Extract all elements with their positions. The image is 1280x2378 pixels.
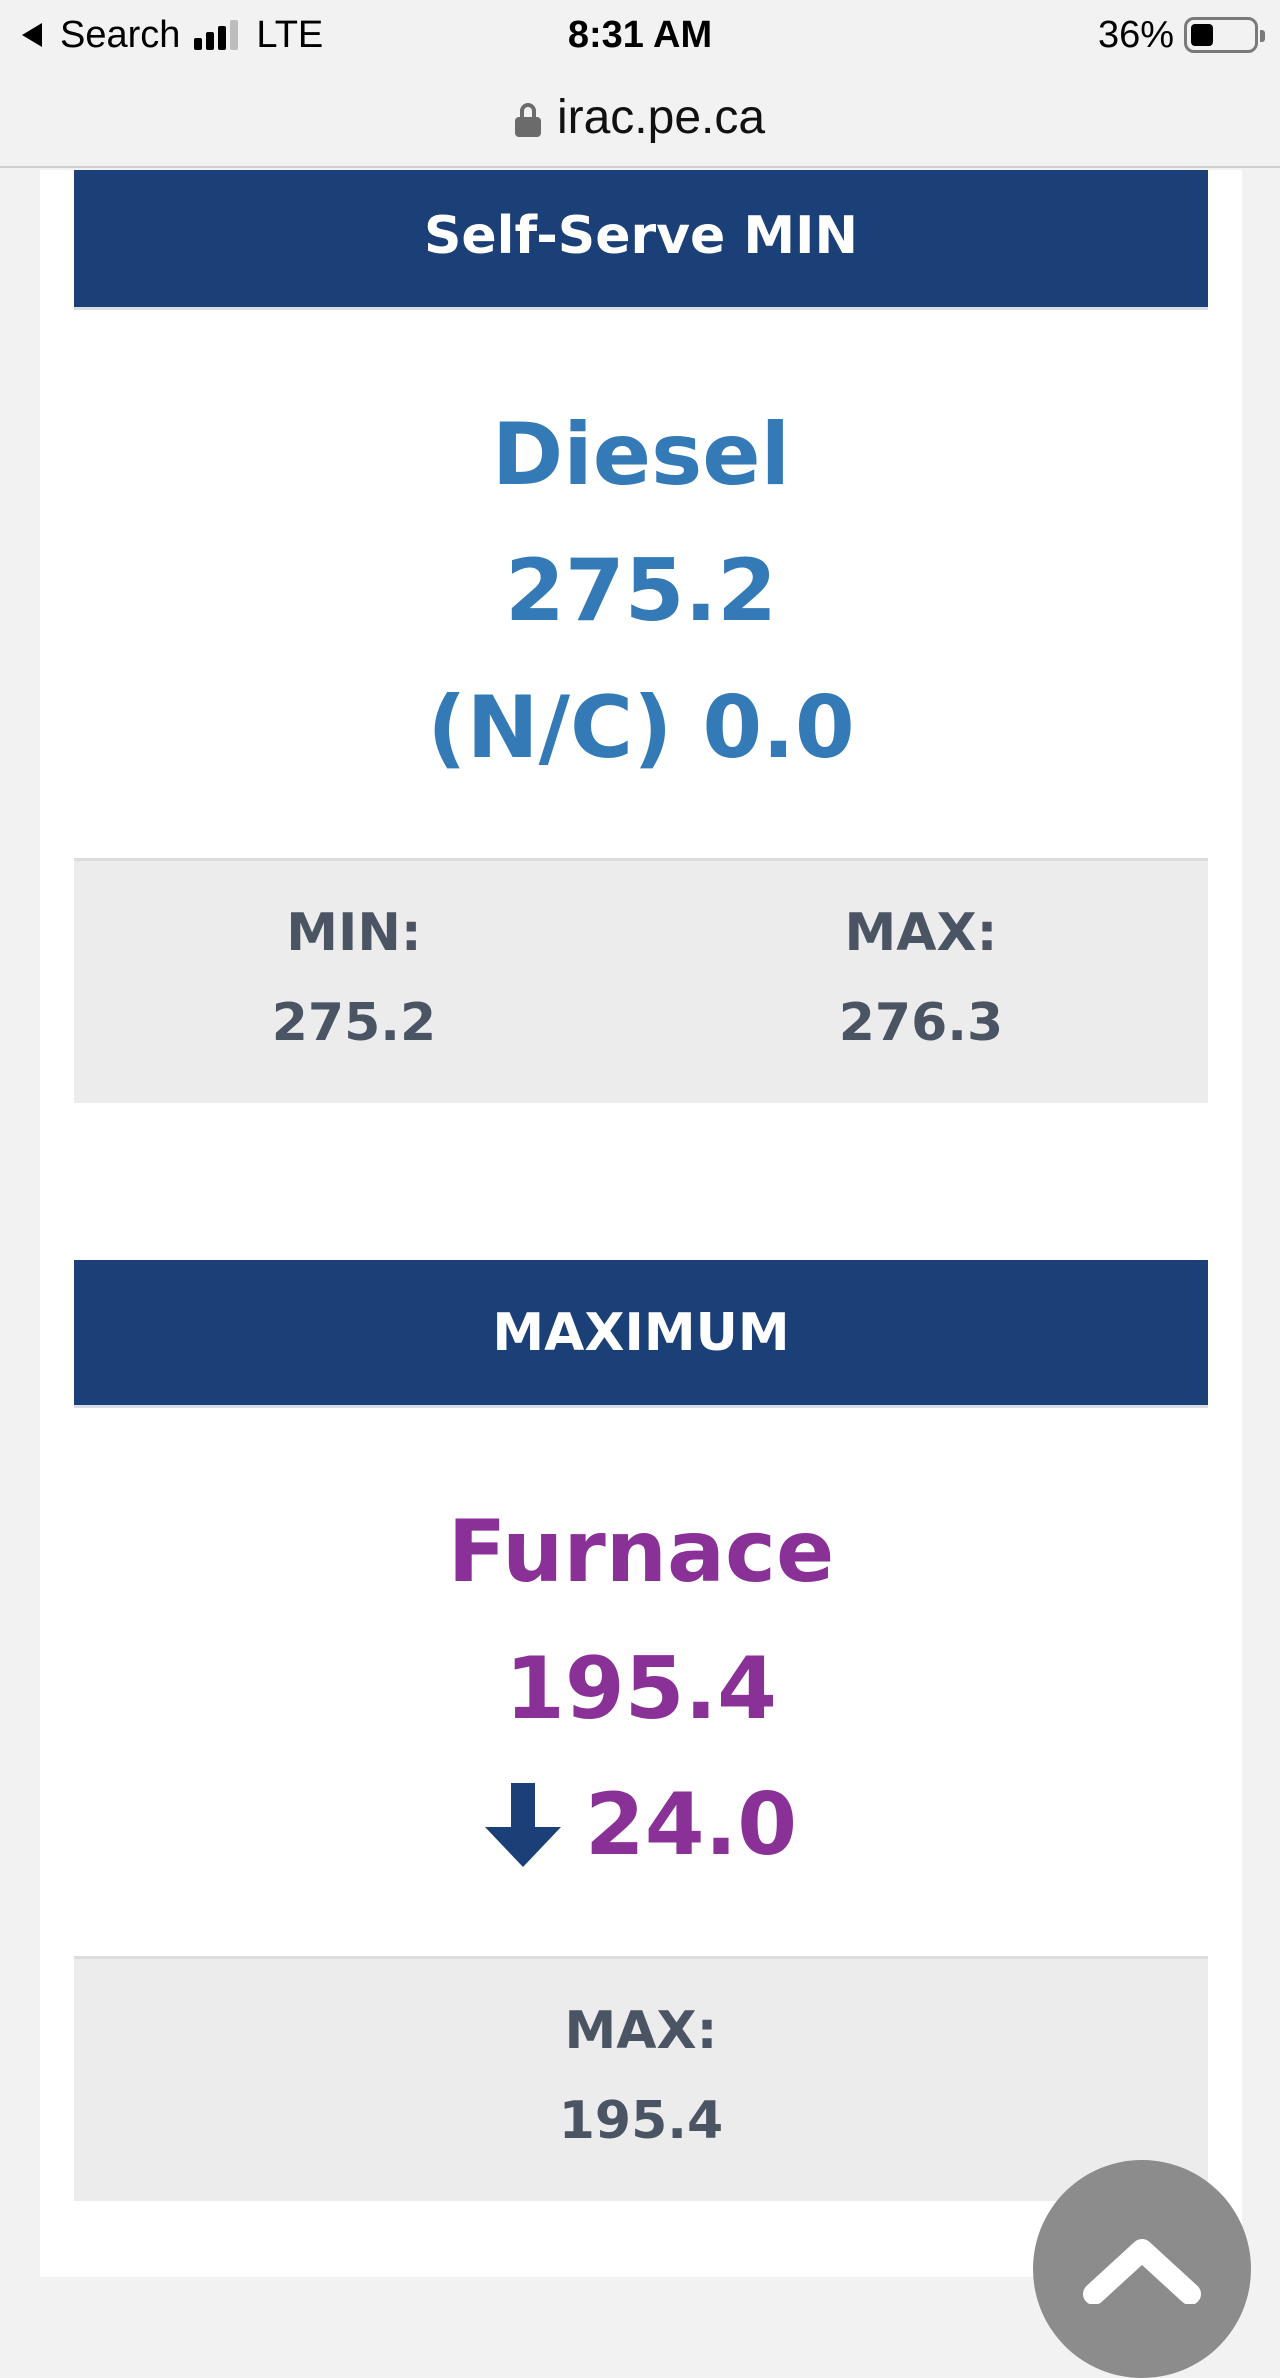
price-change: 24.0: [584, 1775, 798, 1875]
stat-label: MAX:: [564, 2001, 718, 2061]
fuel-name: Furnace: [447, 1502, 835, 1602]
fuel-price: 195.4: [504, 1639, 778, 1739]
battery-percent: 36%: [1097, 13, 1174, 56]
battery-icon: [1184, 17, 1265, 53]
price-change-row: 24.0: [74, 1770, 1208, 1880]
url-domain[interactable]: irac.pe.ca: [557, 90, 765, 145]
status-bar-right: 36%: [1097, 10, 1265, 60]
lock-icon: [514, 103, 541, 137]
scroll-to-top-button[interactable]: [1033, 2160, 1251, 2378]
down-arrow-icon: [484, 1783, 561, 1867]
address-bar[interactable]: irac.pe.ca: [0, 68, 1280, 168]
stat-value: 195.4: [558, 2091, 724, 2151]
max-stat: MAX: 195.4: [74, 1959, 1208, 2201]
page-content: Self-Serve MIN Diesel 275.2 (N/C) 0.0 MI…: [40, 170, 1251, 2378]
clock: 8:31 AM: [567, 14, 713, 56]
chevron-up-icon: [1083, 2239, 1201, 2304]
max-box: MAX: 195.4: [74, 1956, 1208, 2201]
furnace-price-block: Furnace 195.4 24.0: [74, 170, 1208, 1956]
status-bar: Search LTE 8:31 AM 36%: [0, 0, 1280, 68]
